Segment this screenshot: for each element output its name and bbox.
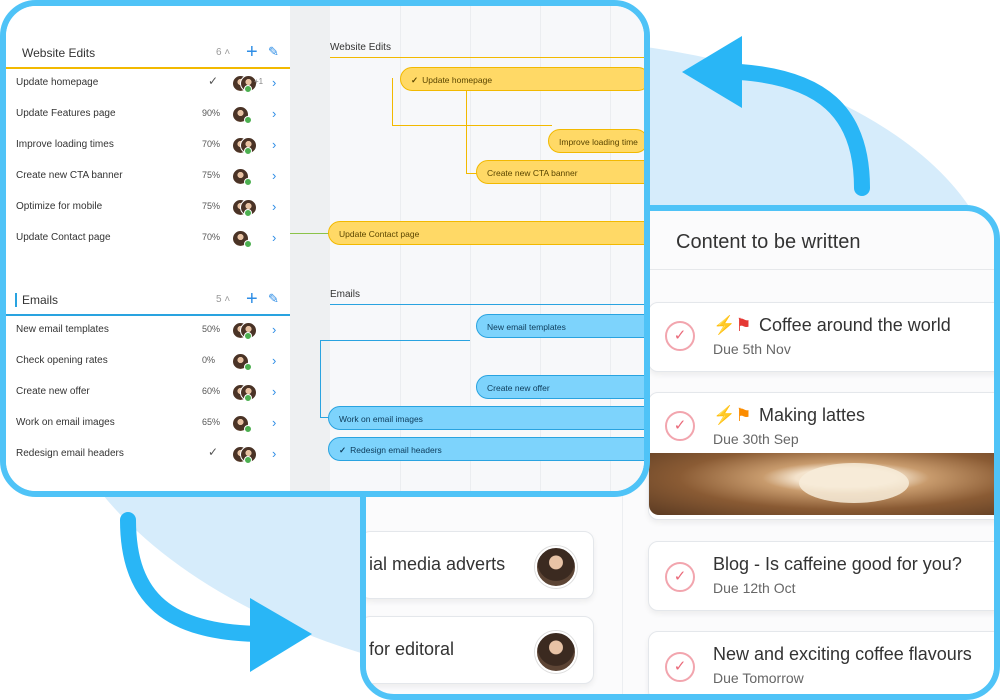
task-row[interactable]: Improve loading times 70% › <box>6 130 290 160</box>
task-progress: 0% <box>202 355 216 365</box>
task-name: Redesign email headers <box>16 448 124 459</box>
task-progress: 50% <box>202 324 221 334</box>
task-row[interactable]: Check opening rates 0% › <box>6 346 290 376</box>
chevron-right-icon[interactable]: › <box>272 384 276 399</box>
online-status-dot <box>244 456 252 464</box>
task-name: Check opening rates <box>16 355 108 366</box>
group-count: 5 ˄ <box>216 294 231 305</box>
task-row[interactable]: Redesign email headers ✓ › <box>6 439 290 469</box>
chevron-right-icon[interactable]: › <box>272 168 276 183</box>
gantt-bar-new-offer[interactable]: Create new offer <box>476 375 644 399</box>
extra-assignees-count: +1 <box>254 77 264 86</box>
curved-arrow-bottom <box>120 512 266 642</box>
task-progress: 75% <box>202 170 221 180</box>
chevron-right-icon[interactable]: › <box>272 230 276 245</box>
online-status-dot <box>244 85 252 93</box>
sort-icon: ˄ <box>224 47 231 58</box>
chevron-right-icon[interactable]: › <box>272 199 276 214</box>
group-span-line <box>330 57 644 58</box>
online-status-dot <box>244 425 252 433</box>
group-header-emails[interactable]: Emails 5 ˄ + ✎ <box>6 287 290 315</box>
group-title: Website Edits <box>22 46 96 60</box>
task-progress: 60% <box>202 386 221 396</box>
curved-arrow-top <box>732 64 870 196</box>
group-count: 6 ˄ <box>216 47 231 58</box>
edit-icon[interactable]: ✎ <box>268 291 279 307</box>
today-column <box>290 6 330 491</box>
gantt-chart: Website Edits 6 ˄ + ✎ Update homepage ✓ +1… <box>0 0 650 497</box>
group-title: Emails <box>22 293 59 307</box>
arrow-head-left-icon <box>682 36 742 108</box>
gantt-bar-email-headers[interactable]: ✓ Redesign email headers <box>328 437 644 461</box>
done-check-icon: ✓ <box>208 445 219 459</box>
task-progress: 90% <box>202 108 221 118</box>
task-name: Update Contact page <box>16 232 111 243</box>
gantt-bar-email-images[interactable]: Work on email images <box>328 406 644 430</box>
group-span-line <box>330 304 644 305</box>
task-row[interactable]: New email templates 50% › <box>6 315 290 345</box>
task-progress: 70% <box>202 139 221 149</box>
group-marker <box>15 293 17 307</box>
edit-icon[interactable]: ✎ <box>268 44 279 60</box>
task-row[interactable]: Update homepage ✓ +1 › <box>6 68 290 98</box>
task-row[interactable]: Create new CTA banner 75% › <box>6 161 290 191</box>
gantt-bar-update-homepage[interactable]: ✓ Update homepage <box>400 67 644 91</box>
online-status-dot <box>244 363 252 371</box>
timeline: Website Edits ✓ Update homepage Improve l… <box>290 6 644 491</box>
chevron-right-icon[interactable]: › <box>272 322 276 337</box>
timeline-group-label: Website Edits <box>330 42 391 53</box>
online-status-dot <box>244 240 252 248</box>
task-name: Create new offer <box>16 386 90 397</box>
gantt-bar-cta-banner[interactable]: Create new CTA banner <box>476 160 644 184</box>
task-name: New email templates <box>16 324 109 335</box>
check-icon: ✓ <box>339 445 347 455</box>
timeline-group-label: Emails <box>330 289 361 300</box>
online-status-dot <box>244 332 252 340</box>
check-icon: ✓ <box>411 75 419 85</box>
task-name: Work on email images <box>16 417 115 428</box>
task-row[interactable]: Update Contact page 70% › <box>6 223 290 253</box>
gantt-bar-contact-page[interactable]: Update Contact page <box>328 221 644 245</box>
online-status-dot <box>244 394 252 402</box>
done-check-icon: ✓ <box>208 74 219 88</box>
task-list: Website Edits 6 ˄ + ✎ Update homepage ✓ +1… <box>6 6 291 491</box>
chevron-right-icon[interactable]: › <box>272 137 276 152</box>
gantt-bar-email-templates[interactable]: New email templates <box>476 314 644 338</box>
task-progress: 75% <box>202 201 221 211</box>
add-task-icon[interactable]: + <box>246 288 258 311</box>
add-task-icon[interactable]: + <box>246 41 258 64</box>
chevron-right-icon[interactable]: › <box>272 75 276 90</box>
chevron-right-icon[interactable]: › <box>272 353 276 368</box>
task-row[interactable]: Work on email images 65% › <box>6 408 290 438</box>
task-progress: 70% <box>202 232 221 242</box>
gantt-bar-improve-loading[interactable]: Improve loading time <box>548 129 644 153</box>
chevron-right-icon[interactable]: › <box>272 106 276 121</box>
task-name: Improve loading times <box>16 139 114 150</box>
group-header-website-edits[interactable]: Website Edits 6 ˄ + ✎ <box>6 40 290 68</box>
task-name: Optimize for mobile <box>16 201 103 212</box>
online-status-dot <box>244 116 252 124</box>
dependency-line <box>290 233 330 234</box>
task-name: Update homepage <box>16 77 99 88</box>
online-status-dot <box>244 147 252 155</box>
task-name: Update Features page <box>16 108 116 119</box>
task-row[interactable]: Optimize for mobile 75% › <box>6 192 290 222</box>
chevron-right-icon[interactable]: › <box>272 446 276 461</box>
online-status-dot <box>244 178 252 186</box>
task-name: Create new CTA banner <box>16 170 123 181</box>
task-row[interactable]: Create new offer 60% › <box>6 377 290 407</box>
task-row[interactable]: Update Features page 90% › <box>6 99 290 129</box>
task-progress: 65% <box>202 417 221 427</box>
online-status-dot <box>244 209 252 217</box>
arrow-head-right-icon <box>250 598 312 672</box>
chevron-right-icon[interactable]: › <box>272 415 276 430</box>
sort-icon: ˄ <box>224 294 231 305</box>
